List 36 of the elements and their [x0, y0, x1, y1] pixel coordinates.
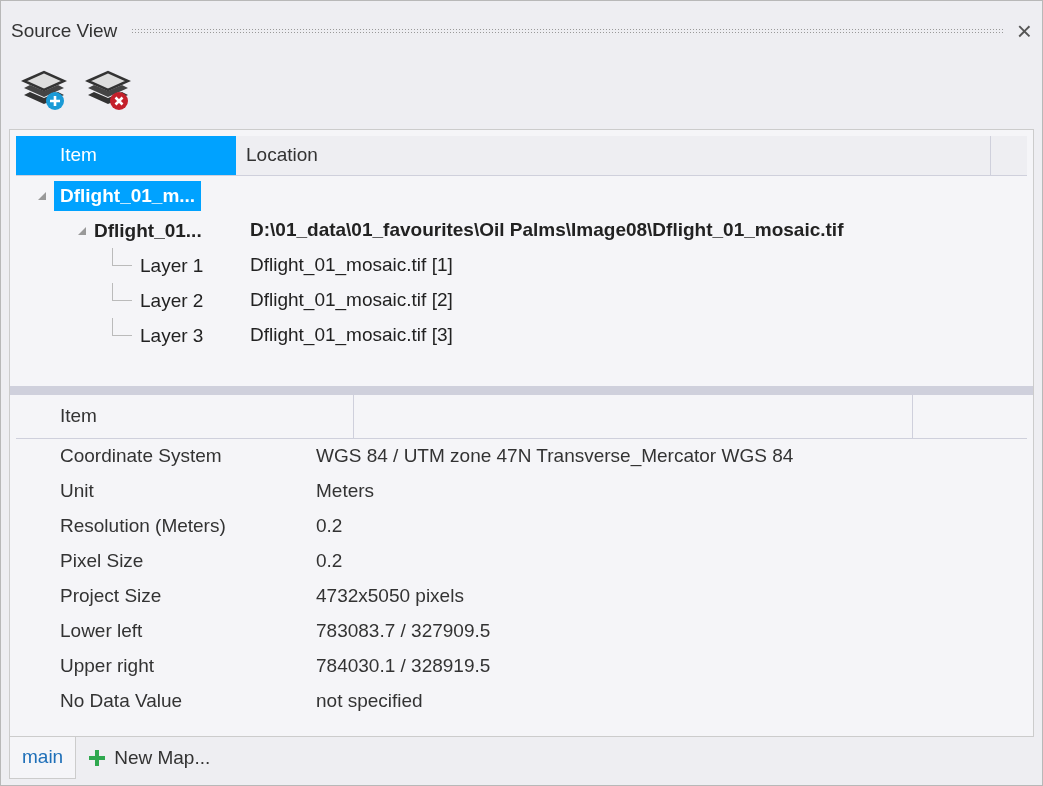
property-value: Meters — [316, 479, 375, 504]
property-value: 0.2 — [316, 514, 343, 539]
tree-connector-line — [112, 318, 132, 336]
tree-connector-line — [112, 283, 132, 301]
tree-item-label[interactable]: Layer 3 — [140, 320, 204, 351]
property-value: 783083.7 / 327909.5 — [316, 619, 491, 644]
tree-connector-line — [112, 248, 132, 266]
tree-item-location: Dflight_01_mosaic.tif [1] — [249, 253, 453, 278]
tree-item-location: Dflight_01_mosaic.tif [2] — [249, 288, 453, 313]
property-name: Resolution (Meters) — [59, 514, 227, 539]
property-name: Lower left — [59, 619, 144, 644]
column-header[interactable]: Location — [236, 136, 991, 175]
new-map-button[interactable]: New Map... — [76, 737, 223, 779]
tree-item-location: Dflight_01_mosaic.tif [3] — [249, 323, 453, 348]
tree-item-location: D:\01_data\01_favourites\Oil Palms\Image08\Dflight_01_mosaic.tif — [249, 218, 844, 243]
property-name: Project Size — [59, 584, 163, 609]
property-value: 0.2 — [316, 549, 343, 574]
property-name: Upper right — [59, 654, 155, 679]
tree-item-label[interactable]: Layer 1 — [140, 250, 204, 281]
layers-plus-icon — [21, 69, 67, 113]
close-button[interactable]: × — [1016, 18, 1032, 44]
panel-title: Source View — [11, 18, 118, 43]
property-value: 4732x5050 pixels — [316, 584, 464, 609]
property-value: 784030.1 / 328919.5 — [316, 654, 491, 679]
layers-x-icon — [85, 69, 131, 113]
tree-item-label[interactable]: Layer 2 — [140, 285, 204, 316]
map-tab[interactable]: main — [9, 737, 77, 779]
column-header: Item — [60, 404, 97, 429]
property-name: Pixel Size — [59, 549, 145, 574]
property-name: No Data Value — [59, 689, 184, 714]
plus-icon — [88, 749, 107, 767]
tree-item-label[interactable]: Dflight_01... — [94, 215, 202, 246]
property-value: not specified — [316, 689, 423, 714]
property-name: Unit — [59, 479, 95, 504]
property-value: WGS 84 / UTM zone 47N Transverse_Mercator WGS 84 — [316, 444, 794, 469]
property-name: Coordinate System — [59, 444, 223, 469]
